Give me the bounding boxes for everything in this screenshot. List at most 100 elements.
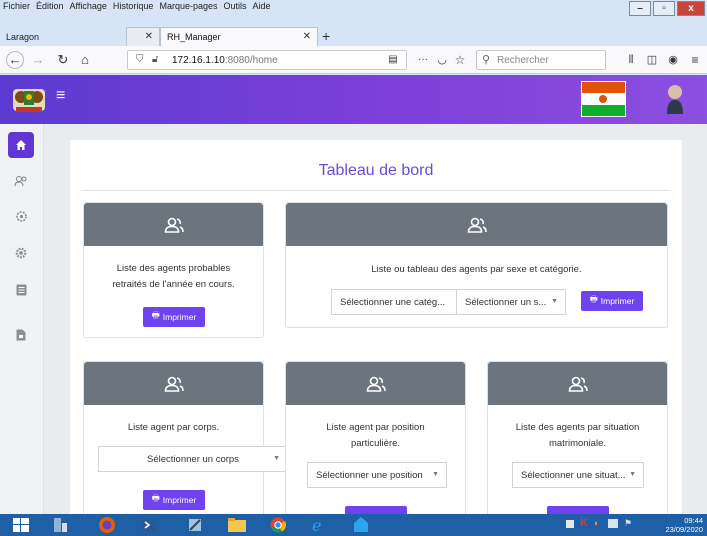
card-header — [488, 362, 667, 405]
users-icon — [467, 217, 487, 233]
taskbar-admin-tools[interactable] — [180, 515, 210, 535]
edge-icon — [354, 517, 368, 532]
users-icon — [14, 176, 27, 187]
tray-display-icon[interactable] — [608, 519, 618, 528]
tray-k-icon[interactable]: K — [580, 517, 588, 529]
page-actions-button[interactable]: ··· — [414, 51, 432, 69]
taskbar-chrome[interactable] — [263, 515, 293, 535]
close-tab-icon[interactable]: ✕ — [145, 31, 153, 42]
chevron-down-icon: ▼ — [551, 298, 558, 305]
card-header — [84, 362, 263, 405]
taskbar-edge[interactable] — [346, 515, 376, 535]
clock-time: 09:44 — [684, 516, 703, 525]
reload-button[interactable]: ↻ — [54, 51, 72, 69]
svg-text:e: e — [312, 516, 321, 534]
firefox-icon — [99, 517, 115, 533]
minimize-button[interactable]: – — [629, 1, 651, 16]
url-bar[interactable]: ⛉ 🔓︎ 172.16.1.10:8080/home — [127, 50, 407, 70]
taskbar-server-manager[interactable] — [45, 515, 75, 535]
account-icon[interactable]: ◉ — [664, 51, 682, 69]
select-corps[interactable]: Sélectionner un corps ▼ — [98, 446, 288, 472]
cogs-icon — [15, 210, 27, 222]
sidebar-item-users[interactable] — [8, 168, 34, 194]
chrome-icon — [270, 517, 286, 533]
card-sexe-categorie: Liste ou tableau des agents par sexe et … — [285, 202, 668, 328]
hamburger-icon[interactable]: ≡ — [56, 87, 65, 105]
card-situation-matrimoniale: Liste des agents par situation matrimoni… — [487, 361, 668, 526]
tab-row — [0, 13, 707, 46]
card-retraites: Liste des agents probables retraités de … — [83, 202, 264, 338]
maximize-button[interactable]: ▫ — [653, 1, 675, 16]
menu-marque-pages[interactable]: Marque-pages — [156, 0, 220, 11]
library-icon[interactable]: ⫴ — [622, 51, 640, 69]
card-header — [84, 203, 263, 246]
powershell-icon — [142, 519, 156, 531]
niger-flag — [581, 81, 626, 117]
open-menu-icon[interactable]: ≡ — [686, 51, 704, 69]
select-categorie[interactable]: Sélectionner une catég... — [331, 289, 457, 315]
sidebar-item-settings[interactable] — [8, 203, 34, 229]
printer-icon: 🖶︎ — [151, 310, 160, 320]
card-description: Liste agent par position particulière. — [326, 422, 425, 449]
taskbar-powershell[interactable] — [134, 515, 164, 535]
insecure-lock-icon[interactable]: 🔓︎ — [152, 54, 158, 65]
start-button[interactable] — [4, 515, 38, 535]
tab-blank[interactable]: ✕ — [126, 27, 160, 46]
print-corps-button[interactable]: 🖶︎ Imprimer — [143, 490, 205, 510]
users-icon — [568, 376, 588, 392]
shield-icon[interactable]: ⛉ — [136, 54, 144, 65]
printer-icon: 🖶︎ — [589, 294, 598, 304]
menu-historique[interactable]: Historique — [110, 0, 157, 11]
menu-outils[interactable]: Outils — [221, 0, 250, 11]
users-icon — [164, 376, 184, 392]
sidebar-toggle-icon[interactable]: ◫ — [643, 51, 661, 69]
taskbar-firefox[interactable] — [92, 515, 122, 535]
tray-network-icon[interactable]: ◐ — [594, 518, 599, 528]
server-manager-icon — [54, 518, 67, 532]
chevron-down-icon: ▼ — [629, 471, 636, 478]
print-retraites-button[interactable]: 🖶︎ Imprimer — [143, 307, 205, 327]
sidebar-item-configuration[interactable] — [8, 240, 34, 266]
sidebar-item-documents[interactable] — [8, 322, 34, 348]
title-divider — [82, 190, 670, 191]
card-description: Liste agent par corps. — [127, 422, 220, 433]
coat-of-arms-logo[interactable] — [12, 83, 46, 115]
taskbar-clock[interactable]: 09:44 23/09/2020 — [665, 516, 703, 534]
menu-aide[interactable]: Aide — [250, 0, 274, 11]
new-tab-button[interactable]: + — [322, 28, 330, 44]
tray-icon[interactable] — [566, 520, 574, 528]
menu-affichage[interactable]: Affichage — [67, 0, 110, 11]
card-description: Liste ou tableau des agents par sexe et … — [371, 264, 582, 275]
close-window-button[interactable]: x — [677, 1, 705, 16]
internet-explorer-icon: e — [312, 516, 321, 534]
users-icon — [366, 376, 386, 392]
select-position[interactable]: Sélectionner une position ▼ — [307, 462, 447, 488]
taskbar-internet-explorer[interactable]: e — [303, 515, 333, 535]
pocket-icon[interactable]: ◡ — [433, 51, 451, 69]
forward-button[interactable]: → — [29, 51, 47, 69]
back-button[interactable]: ← — [6, 51, 24, 69]
tab-rh-manager[interactable]: RH_Manager ✕ — [160, 27, 318, 46]
card-position: Liste agent par position particulière. S… — [285, 361, 466, 526]
card-header — [286, 203, 667, 246]
home-button[interactable]: ⌂ — [76, 51, 94, 69]
sidebar-item-list[interactable] — [8, 277, 34, 303]
bookmark-star-icon[interactable]: ☆ — [451, 51, 469, 69]
reader-icon[interactable]: ▤ — [384, 51, 402, 69]
sidebar-item-home[interactable] — [8, 132, 34, 158]
select-situation[interactable]: Sélectionner une situat... ▼ — [512, 462, 644, 488]
card-description: Liste des agents probables retraités de … — [112, 263, 235, 290]
tray-flag-icon[interactable]: ⚑ — [624, 518, 632, 529]
main-content: Tableau de bord Liste des agents probabl… — [44, 124, 707, 526]
taskbar: e K ◐ ⚑ 09:44 23/09/2020 — [0, 514, 707, 536]
app-header: ≡ — [0, 75, 707, 124]
print-sexe-categorie-button[interactable]: 🖶︎ Imprimer — [581, 291, 643, 311]
search-input[interactable]: ⚲ Rechercher — [476, 50, 606, 70]
select-sexe[interactable]: Sélectionner un s... ▼ — [456, 289, 566, 315]
user-avatar-icon[interactable] — [664, 83, 686, 115]
menu-edition[interactable]: Édition — [33, 0, 67, 11]
taskbar-file-explorer[interactable] — [222, 515, 252, 535]
admin-tools-icon — [189, 519, 201, 531]
close-tab-icon[interactable]: ✕ — [303, 31, 311, 42]
menu-fichier[interactable]: Fichier — [0, 0, 33, 11]
